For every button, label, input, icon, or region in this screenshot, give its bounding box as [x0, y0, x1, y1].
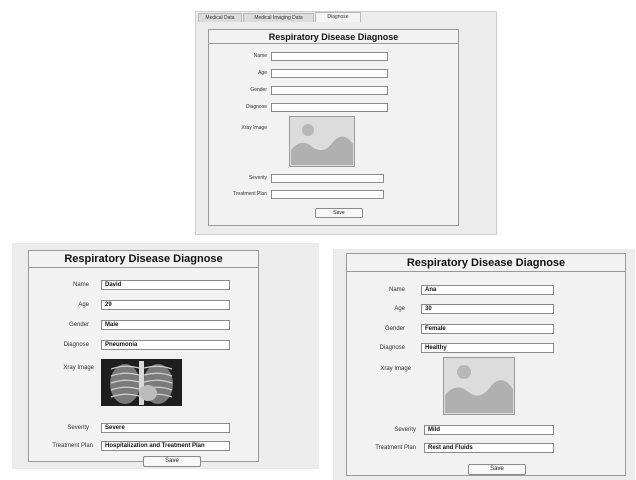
tab-medical-data[interactable]: Medical Data: [198, 13, 242, 22]
severity-field[interactable]: [271, 174, 384, 183]
panel-title: Respiratory Disease Diagnose: [64, 253, 223, 265]
severity-label: Severity: [248, 175, 267, 181]
diagnose-label: Diagnose: [245, 104, 267, 110]
age-field[interactable]: 30: [421, 304, 554, 314]
screenshot-david-form: Respiratory Disease Diagnose Name David …: [12, 243, 319, 469]
gender-field[interactable]: Male: [101, 320, 230, 330]
treatment-plan-label: Treatment Plan: [375, 445, 416, 451]
panel-title: Respiratory Disease Diagnose: [268, 32, 399, 42]
name-label: Name: [388, 287, 405, 293]
age-field[interactable]: 29: [101, 300, 230, 310]
age-field[interactable]: [271, 69, 388, 78]
title-divider: [347, 271, 625, 272]
name-label: Name: [72, 282, 89, 288]
name-field[interactable]: Ana: [421, 285, 554, 295]
name-field[interactable]: David: [101, 280, 230, 290]
name-label: Name: [253, 53, 267, 59]
diagnose-field[interactable]: Healthy: [421, 343, 554, 353]
title-divider: [209, 43, 458, 44]
save-button[interactable]: Save: [468, 464, 526, 475]
xray-placeholder-icon: [289, 116, 355, 167]
gender-field[interactable]: Female: [421, 324, 554, 334]
treatment-plan-field[interactable]: [271, 190, 384, 199]
diagnose-field[interactable]: [271, 103, 388, 112]
age-label: Age: [394, 306, 405, 312]
diagnose-panel: Respiratory Disease Diagnose Name David …: [28, 250, 259, 467]
diagnose-panel: Respiratory Disease Diagnose Name Ana Ag…: [346, 253, 626, 476]
treatment-plan-field[interactable]: Rest and Fluids: [424, 443, 554, 453]
gender-label: Gender: [68, 322, 89, 328]
save-button[interactable]: Save: [315, 208, 363, 218]
screenshot-empty-form: Medical Data Medical Imaging Data Diagno…: [195, 11, 497, 235]
xray-placeholder-icon: [443, 357, 515, 415]
gender-field[interactable]: [271, 86, 388, 95]
xray-label: Xray Image: [241, 125, 267, 131]
chest-xray-image: [101, 359, 182, 406]
name-field[interactable]: [271, 52, 388, 61]
age-label: Age: [258, 70, 267, 76]
diagnose-panel: Respiratory Disease Diagnose Name Age Ge…: [208, 29, 459, 226]
tab-medical-imaging-data[interactable]: Medical Imaging Data: [243, 13, 314, 22]
age-label: Age: [78, 302, 89, 308]
severity-field[interactable]: Severe: [101, 423, 230, 433]
treatment-plan-label: Treatment Plan: [233, 191, 267, 197]
gender-label: Gender: [250, 87, 267, 93]
severity-label: Severity: [67, 425, 89, 431]
xray-label: Xray Image: [380, 366, 411, 372]
tab-bar: Medical Data Medical Imaging Data Diagno…: [196, 12, 496, 22]
panel-title: Respiratory Disease Diagnose: [406, 257, 566, 269]
xray-label: Xray Image: [63, 365, 94, 371]
diagnose-label: Diagnose: [379, 345, 405, 351]
save-button[interactable]: Save: [143, 456, 201, 467]
diagnose-label: Diagnose: [63, 342, 89, 348]
screenshot-ana-form: Respiratory Disease Diagnose Name Ana Ag…: [333, 249, 635, 480]
gender-label: Gender: [384, 326, 405, 332]
treatment-plan-field[interactable]: Hospitalization and Treatment Plan: [101, 441, 230, 451]
title-divider: [29, 267, 258, 268]
tab-diagnose[interactable]: Diagnose: [315, 12, 361, 22]
treatment-plan-label: Treatment Plan: [52, 443, 93, 449]
diagnose-field[interactable]: Pneumonia: [101, 340, 230, 350]
severity-field[interactable]: Mild: [424, 425, 554, 435]
severity-label: Severity: [394, 427, 416, 433]
